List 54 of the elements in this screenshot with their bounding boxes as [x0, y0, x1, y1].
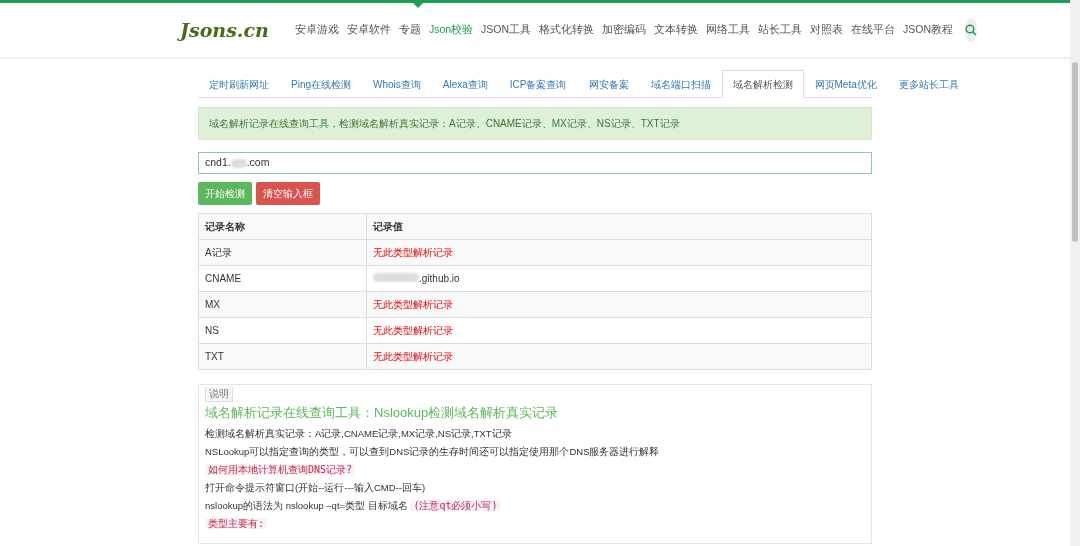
- table-cell: MX: [198, 291, 367, 318]
- tab[interactable]: 更多站长工具: [887, 70, 970, 98]
- description-title: 域名解析记录在线查询工具：Nslookup检测域名解析真实记录: [205, 405, 560, 422]
- tab[interactable]: 网页Meta优化: [803, 70, 888, 98]
- nav-link[interactable]: 网络工具: [702, 22, 755, 38]
- nav-link[interactable]: 在线平台: [847, 22, 900, 38]
- tab[interactable]: 域名端口扫描: [639, 70, 722, 98]
- redaction-mark: [230, 158, 247, 168]
- column-header: 记录值: [366, 213, 872, 240]
- column-header: 记录名称: [198, 213, 367, 240]
- search-icon: [965, 24, 978, 36]
- clear-button[interactable]: 清空输入框: [256, 182, 320, 205]
- field-text: .com: [246, 155, 270, 171]
- tab[interactable]: 网安备案: [577, 70, 640, 98]
- tab[interactable]: Whois查询: [362, 70, 432, 98]
- table-cell: NS: [198, 317, 367, 344]
- tab[interactable]: Ping在线检测: [280, 70, 362, 98]
- nav-link[interactable]: 安卓软件: [342, 22, 395, 38]
- nav-link[interactable]: JSON工具: [477, 22, 536, 38]
- nav-link[interactable]: Json校验: [424, 22, 478, 38]
- table-cell: A记录: [198, 239, 367, 266]
- paragraph: 打开命令提示符窗口(开始--运行---输入CMD--回车): [205, 481, 426, 493]
- caret-icon: [413, 3, 423, 8]
- record-value: 无此类型解析记录: [373, 324, 453, 336]
- record-value: 无此类型解析记录: [373, 246, 453, 258]
- info-alert: 域名解析记录在线查询工具，检测域名解析真实记录：A记录、CNAME记录、MX记录、NS记录、TXT记录: [198, 107, 872, 140]
- nav-link[interactable]: JSON教程: [899, 22, 958, 38]
- nav-link[interactable]: 站长工具: [754, 22, 807, 38]
- table-cell: CNAME: [198, 265, 367, 292]
- panel-tag: 说明: [205, 387, 233, 402]
- paragraph: 检测域名解析真实记录：A记录,CNAME记录,MX记录,NS记录,TXT记录: [205, 427, 512, 439]
- nav-link[interactable]: 安卓游戏: [290, 22, 343, 38]
- code-note: 如何用本地计算机查询DNS记录?: [205, 463, 356, 475]
- nav-link[interactable]: 格式化转换: [535, 22, 599, 38]
- code-note: (注意qt必须小写): [410, 499, 501, 511]
- tab[interactable]: 定时刷新网址: [198, 70, 280, 98]
- nav-link[interactable]: 对照表: [806, 22, 848, 38]
- record-value: 无此类型解析记录: [373, 298, 453, 310]
- nav-link[interactable]: 加密编码: [598, 22, 651, 38]
- record-value: 无此类型解析记录: [373, 350, 453, 362]
- domain-field[interactable]: cnd1. .com: [198, 152, 872, 174]
- paragraph: NSLookup可以指定查询的类型，可以查到DNS记录的生存时间还可以指定使用那个DNS服务器进行解释: [205, 445, 660, 457]
- search-button[interactable]: [965, 18, 978, 42]
- paragraph: nslookup的语法为 nslookup –qt=类型 目标域名: [205, 499, 408, 511]
- record-value: .github.io: [419, 273, 460, 284]
- nav-link[interactable]: 文本转换: [650, 22, 703, 38]
- tab[interactable]: Alexa查询: [431, 70, 499, 98]
- code-note: 类型主要有:: [205, 517, 268, 529]
- table-cell: TXT: [198, 343, 367, 370]
- tab[interactable]: ICP备案查询: [498, 70, 578, 98]
- field-text: cnd1.: [205, 155, 231, 171]
- redaction-mark: [373, 273, 419, 282]
- tab[interactable]: 域名解析检测: [721, 70, 804, 98]
- nav-link[interactable]: 专题: [394, 22, 425, 38]
